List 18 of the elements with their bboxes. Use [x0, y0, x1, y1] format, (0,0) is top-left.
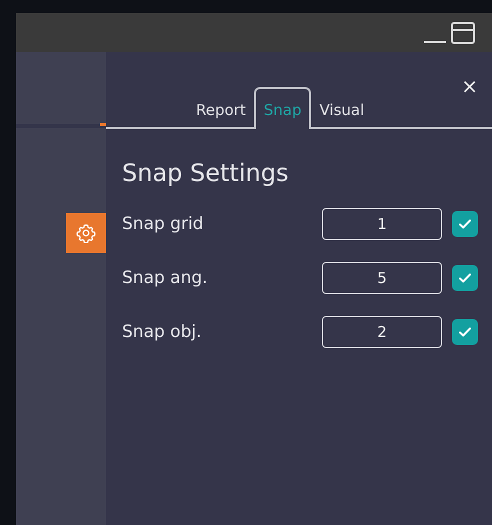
checkbox[interactable]: [452, 265, 478, 291]
input-field[interactable]: 1: [322, 208, 442, 240]
settings-icon: [76, 223, 96, 243]
indicator-mark: [100, 123, 106, 126]
settings-button[interactable]: [66, 213, 106, 253]
maximize-icon[interactable]: [450, 20, 476, 46]
checkbox[interactable]: [452, 319, 478, 345]
checkbox[interactable]: [452, 211, 478, 237]
setting-label: Snap ang.: [122, 268, 209, 288]
tab[interactable]: Report: [188, 91, 254, 129]
section-heading: Snap Settings: [122, 159, 290, 187]
tab[interactable]: Snap: [254, 87, 312, 129]
setting-label: Snap obj.: [122, 322, 202, 342]
tab[interactable]: Visual: [311, 91, 372, 129]
close-button[interactable]: ×: [457, 74, 482, 98]
input-field[interactable]: 5: [322, 262, 442, 294]
setting-label: Snap grid: [122, 214, 204, 234]
input-field[interactable]: 2: [322, 316, 442, 348]
